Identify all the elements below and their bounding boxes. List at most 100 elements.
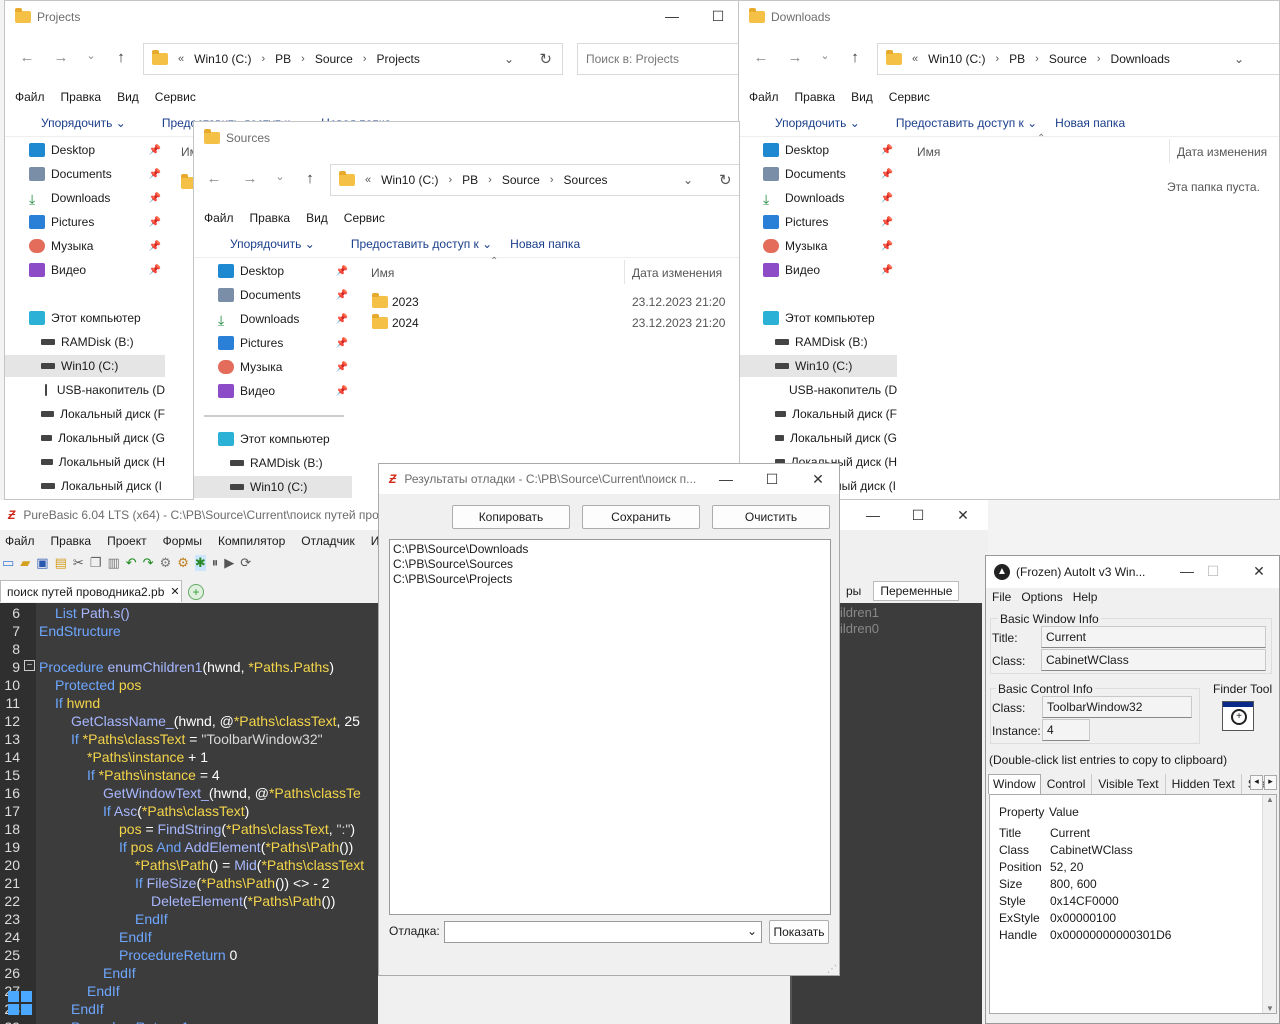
recent-dropdown-icon[interactable]: ⌄	[268, 170, 292, 183]
property-name[interactable]: Style	[999, 894, 1026, 908]
chevron-down-icon[interactable]: ⌄	[683, 173, 693, 187]
nav-drive[interactable]: USB-накопитель (D	[739, 379, 897, 401]
tab-variables[interactable]: Переменные	[873, 581, 960, 601]
nav-desktop[interactable]: Desktop 📌	[739, 139, 897, 161]
column-name-header[interactable]: Имя	[371, 266, 394, 280]
organize-button[interactable]: Упорядочить ⌄	[212, 237, 315, 251]
step-icon[interactable]: ⟳	[240, 555, 251, 571]
breadcrumb[interactable]: Win10 (C:)	[928, 52, 985, 66]
nav-drive[interactable]: RAMDisk (B:)	[5, 331, 165, 353]
minimize-button[interactable]: —	[649, 1, 695, 31]
organize-button[interactable]: Упорядочить ⌄	[757, 116, 860, 130]
property-name[interactable]: Class	[999, 843, 1029, 857]
new-folder-button[interactable]: Новая папка	[1055, 116, 1125, 130]
nav-drive[interactable]: Win10 (C:)	[194, 476, 352, 498]
menu-item[interactable]: Правка	[795, 90, 836, 104]
debug-titlebar[interactable]: Ƶ Результаты отладки - C:\PB\Source\Curr…	[379, 464, 839, 494]
tab-hidden-text[interactable]: Hidden Text	[1166, 774, 1242, 794]
output-line[interactable]: C:\PB\Source\Projects	[393, 572, 827, 587]
address-bar[interactable]: « Win10 (C:) › PB › Source › Sources ⌄ ↻	[330, 164, 739, 196]
tab-window[interactable]: Window	[988, 774, 1041, 794]
nav-pictures[interactable]: Pictures 📌	[194, 332, 352, 354]
breadcrumb[interactable]: Win10 (C:)	[381, 173, 438, 187]
nav-drive[interactable]: Локальный диск (F	[739, 403, 897, 425]
recent-dropdown-icon[interactable]: ⌄	[79, 49, 103, 62]
class-field[interactable]: CabinetWClass	[1041, 649, 1266, 671]
menu-item[interactable]: Вид	[851, 90, 873, 104]
output-list[interactable]: C:\PB\Source\Downloads C:\PB\Source\Sour…	[389, 539, 831, 915]
nav-this-pc[interactable]: Этот компьютер	[739, 307, 897, 329]
save-button[interactable]: Сохранить	[582, 505, 700, 529]
breadcrumb[interactable]: Source	[1049, 52, 1087, 66]
breadcrumb[interactable]: PB	[275, 52, 291, 66]
autoit-titlebar[interactable]: ▲ (Frozen) AutoIt v3 Win... — ☐ ✕	[986, 556, 1279, 588]
nav-music[interactable]: Музыка 📌	[739, 235, 897, 257]
output-line[interactable]: C:\PB\Source\Downloads	[393, 542, 827, 557]
code-line[interactable]: ProcedureReturn 1	[71, 1019, 189, 1024]
menu-item[interactable]: Сервис	[344, 211, 385, 225]
tab-procedures[interactable]: ры	[846, 584, 861, 598]
property-header[interactable]: Property	[999, 805, 1044, 819]
property-name[interactable]: Handle	[999, 928, 1037, 942]
nav-drive[interactable]: Win10 (C:)	[739, 355, 897, 377]
new-folder-button[interactable]: Новая папка	[510, 237, 580, 251]
cut-icon[interactable]: ✂	[73, 555, 84, 571]
paste-icon[interactable]: ▥	[107, 555, 119, 571]
maximize-button[interactable]: ☐	[695, 1, 741, 31]
back-button[interactable]: ←	[202, 170, 226, 187]
nav-drive[interactable]: USB-накопитель (D	[5, 379, 165, 401]
column-date-header[interactable]: Дата изменения	[632, 266, 722, 280]
close-button[interactable]: ✕	[940, 500, 986, 530]
output-line[interactable]: C:\PB\Source\Sources	[393, 557, 827, 572]
share-button[interactable]: Предоставить доступ к ⌄	[333, 237, 492, 251]
menu-item[interactable]: Сервис	[155, 90, 196, 104]
copy-button[interactable]: Копировать	[452, 505, 570, 529]
code-line[interactable]: *Paths\instance + 1	[87, 749, 208, 765]
value-header[interactable]: Value	[1049, 805, 1079, 819]
breadcrumb[interactable]: Projects	[377, 52, 420, 66]
editor-tab[interactable]: поиск путей проводника2.pb ✕	[0, 580, 182, 602]
fold-marker-icon[interactable]: −	[24, 660, 35, 671]
windows-start-icon[interactable]	[8, 991, 32, 1015]
title-field[interactable]: Current	[1041, 626, 1266, 648]
instance-field[interactable]: 4	[1042, 719, 1090, 741]
menu-item[interactable]: Формы	[163, 534, 202, 548]
code-line[interactable]: EndIf	[87, 983, 120, 999]
chevron-down-icon[interactable]: ⌄	[1234, 52, 1244, 66]
code-line[interactable]: EndIf	[119, 929, 152, 945]
up-button[interactable]: ↑	[843, 49, 867, 66]
up-button[interactable]: ↑	[298, 170, 322, 187]
property-value[interactable]: CabinetWClass	[1050, 843, 1133, 857]
nav-drive[interactable]: Локальный диск (G	[5, 427, 165, 449]
finder-tool-crosshair-icon[interactable]: +	[1222, 701, 1254, 731]
code-line[interactable]: *Paths\Path() = Mid(*Paths\classText	[135, 857, 364, 873]
breadcrumb[interactable]: Source	[315, 52, 353, 66]
code-line[interactable]: If pos And AddElement(*Paths\Path())	[119, 839, 353, 855]
minimize-button[interactable]: —	[703, 464, 749, 494]
compile-icon[interactable]: ⚙	[160, 555, 172, 571]
nav-drive[interactable]: RAMDisk (B:)	[739, 331, 897, 353]
compile-run-icon[interactable]: ⚙	[177, 555, 189, 571]
code-line[interactable]: GetClassName_(hwnd, @*Paths\classText, 2…	[71, 713, 360, 729]
share-button[interactable]: Предоставить доступ к ⌄	[878, 116, 1037, 130]
nav-pictures[interactable]: Pictures 📌	[739, 211, 897, 233]
nav-desktop[interactable]: Desktop 📌	[194, 260, 352, 282]
code-line[interactable]: EndIf	[71, 1001, 104, 1017]
menu-item[interactable]: Файл	[5, 534, 35, 548]
nav-drive[interactable]: Локальный диск (G	[739, 427, 897, 449]
save-all-icon[interactable]: ▤	[55, 555, 67, 571]
code-line[interactable]: pos = FindString(*Paths\classText, ":")	[119, 821, 355, 837]
breadcrumb[interactable]: PB	[462, 173, 478, 187]
nav-video[interactable]: Видео 📌	[194, 380, 352, 402]
scroll-down-icon[interactable]: ▼	[1266, 1004, 1274, 1013]
chevron-down-icon[interactable]: ⌄	[504, 52, 514, 66]
menu-item[interactable]: Правка	[250, 211, 291, 225]
nav-drive[interactable]: Локальный диск (H	[5, 451, 165, 473]
breadcrumb[interactable]: Sources	[564, 173, 608, 187]
nav-music[interactable]: Музыка 📌	[5, 235, 165, 257]
address-bar[interactable]: « Win10 (C:) › PB › Source › Projects ⌄ …	[143, 43, 563, 75]
property-value[interactable]: 52, 20	[1050, 860, 1083, 874]
nav-drive[interactable]: RAMDisk (B:)	[194, 452, 352, 474]
chevron-down-icon[interactable]: ⌄	[747, 924, 757, 938]
menu-item[interactable]: Options	[1021, 590, 1062, 604]
